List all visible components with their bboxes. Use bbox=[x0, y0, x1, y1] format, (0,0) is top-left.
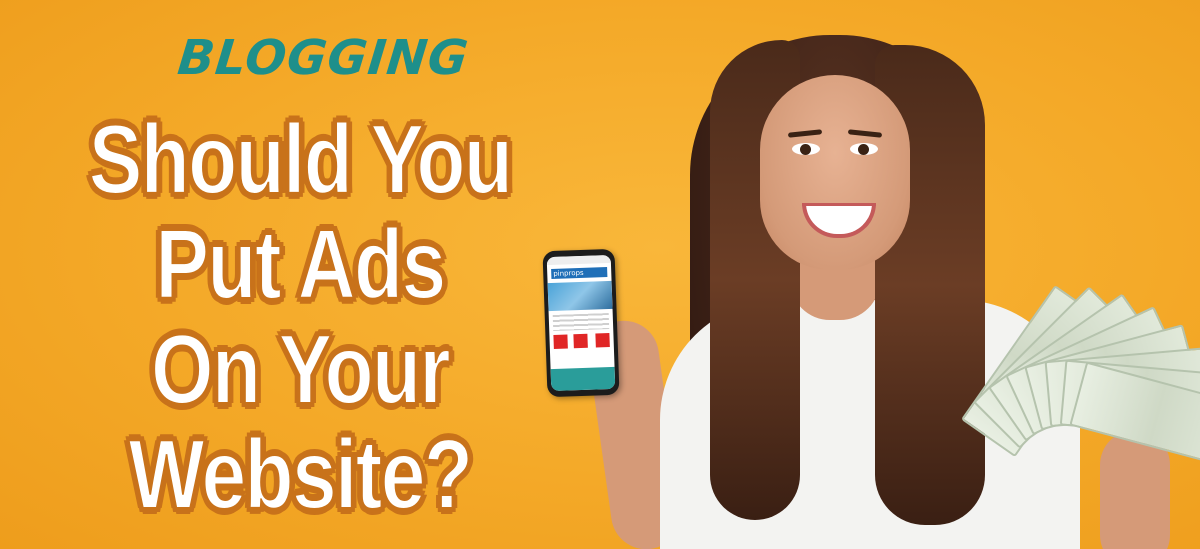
phone-hero-image bbox=[547, 280, 613, 312]
headline-line-1: Should You bbox=[88, 104, 514, 214]
phone-text-lines bbox=[552, 313, 610, 331]
eye bbox=[792, 143, 820, 155]
phone-footer-ad bbox=[550, 366, 616, 392]
eyebrow bbox=[787, 129, 823, 138]
eye bbox=[850, 143, 878, 155]
phone-ad-block bbox=[553, 334, 568, 349]
headline-line-2: Put Ads bbox=[155, 209, 447, 319]
phone-ad-block bbox=[595, 333, 610, 348]
ad-banner: BLOGGING Should You Put Ads On Your Webs… bbox=[0, 0, 1200, 549]
phone-ad-block bbox=[573, 333, 588, 349]
headline-line-3: On Your bbox=[150, 314, 451, 424]
smartphone: pinprops bbox=[542, 248, 620, 398]
category-label: BLOGGING bbox=[175, 30, 472, 86]
phone-status-bar bbox=[546, 254, 611, 266]
eyebrow bbox=[847, 129, 883, 138]
phone-site-logo: pinprops bbox=[551, 267, 608, 280]
face bbox=[760, 75, 910, 270]
smile bbox=[802, 203, 876, 238]
headline-line-4: Website? bbox=[128, 419, 474, 529]
phone-screen: pinprops bbox=[546, 254, 616, 392]
money-fan-icon bbox=[960, 285, 1200, 500]
